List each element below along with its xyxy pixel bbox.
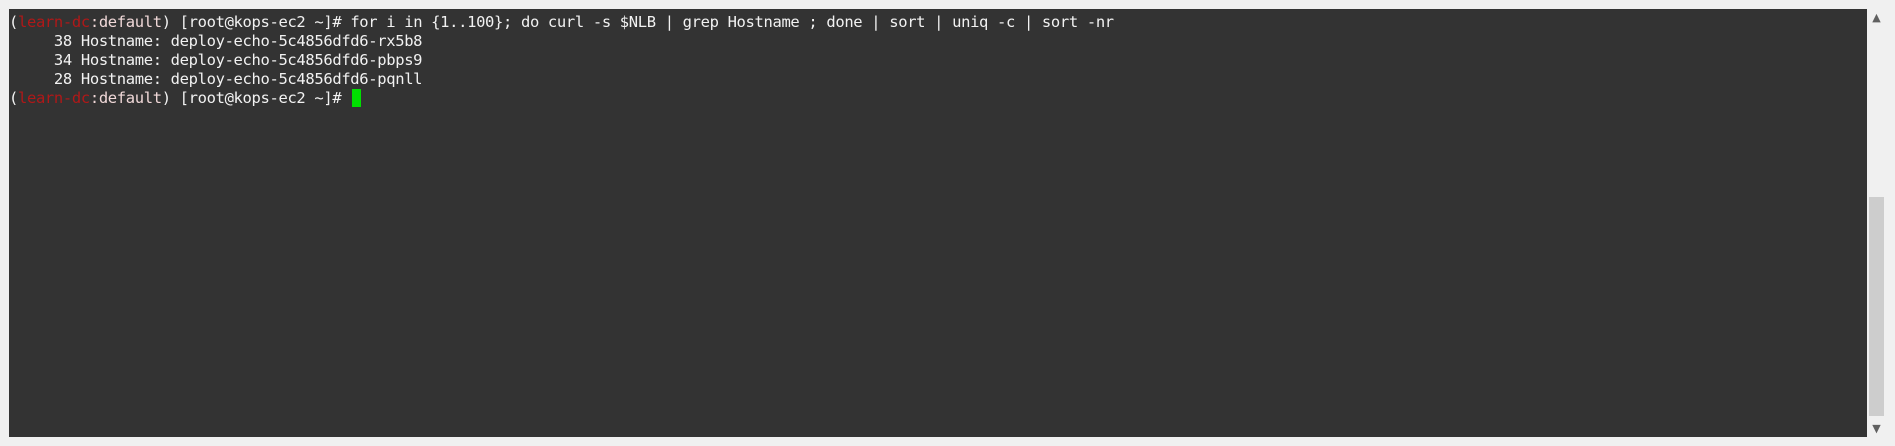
prompt-separator: : bbox=[89, 89, 99, 107]
vertical-scrollbar[interactable]: ▲ ▼ bbox=[1867, 9, 1886, 437]
prompt-separator: : bbox=[89, 13, 99, 31]
terminal-cursor[interactable] bbox=[352, 89, 362, 107]
prompt-context: learn-dc bbox=[17, 13, 90, 31]
prompt-paren-close: ) bbox=[161, 89, 171, 107]
prompt-paren-open: ( bbox=[9, 13, 18, 31]
scroll-down-arrow-icon[interactable]: ▼ bbox=[1867, 420, 1886, 437]
prompt-namespace: default bbox=[98, 13, 162, 31]
prompt-namespace: default bbox=[98, 89, 162, 107]
prompt-user-host: [root@kops-ec2 ~]# bbox=[170, 13, 351, 31]
scrollbar-thumb[interactable] bbox=[1869, 197, 1884, 416]
terminal-output-line: 34 Hostname: deploy-echo-5c4856dfd6-pbps… bbox=[9, 51, 423, 69]
terminal-screen[interactable]: (learn-dc:default) [root@kops-ec2 ~]# fo… bbox=[9, 9, 1867, 437]
terminal-line-command: (learn-dc:default) [root@kops-ec2 ~]# fo… bbox=[9, 13, 1867, 32]
terminal-output-line: 28 Hostname: deploy-echo-5c4856dfd6-pqnl… bbox=[9, 70, 423, 88]
terminal-line-prompt: (learn-dc:default) [root@kops-ec2 ~]# bbox=[9, 89, 1867, 108]
terminal-window: (learn-dc:default) [root@kops-ec2 ~]# fo… bbox=[0, 0, 1895, 446]
command-text: for i in {1..100}; do curl -s $NLB | gre… bbox=[350, 13, 1114, 31]
prompt-user-host: [root@kops-ec2 ~]# bbox=[170, 89, 351, 107]
prompt-paren-close: ) bbox=[161, 13, 171, 31]
prompt-paren-open: ( bbox=[9, 89, 18, 107]
scroll-up-arrow-icon[interactable]: ▲ bbox=[1867, 9, 1886, 26]
prompt-context: learn-dc bbox=[17, 89, 90, 107]
terminal-output-line: 38 Hostname: deploy-echo-5c4856dfd6-rx5b… bbox=[9, 32, 423, 50]
